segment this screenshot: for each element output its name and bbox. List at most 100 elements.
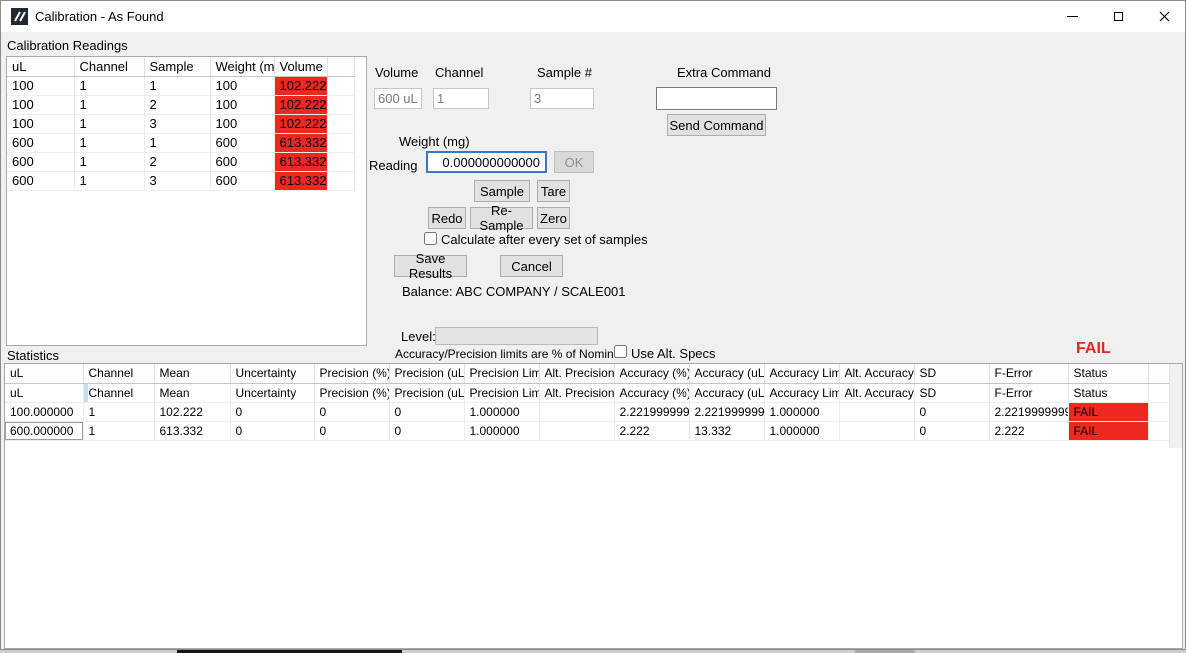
cell[interactable]: Precision (uL): [389, 383, 464, 402]
cell[interactable]: 3: [144, 114, 210, 133]
resample-button[interactable]: Re-Sample: [470, 207, 533, 229]
cell-error[interactable]: 102.222: [274, 114, 327, 133]
cell[interactable]: 1.000000: [764, 421, 839, 440]
cell[interactable]: [839, 421, 914, 440]
cell[interactable]: Accuracy (%): [614, 383, 689, 402]
cell[interactable]: [539, 402, 614, 421]
redo-button[interactable]: Redo: [428, 207, 466, 229]
use-alt-specs-checkbox[interactable]: [614, 345, 627, 358]
cell[interactable]: 100: [210, 95, 274, 114]
stats-col-alt-accuracy[interactable]: Alt. Accuracy: [839, 364, 914, 383]
cell[interactable]: 100: [210, 76, 274, 95]
cell[interactable]: Precision Limit: [464, 383, 539, 402]
cell[interactable]: 600: [7, 152, 74, 171]
cell[interactable]: 13.332: [689, 421, 764, 440]
cell[interactable]: 100: [210, 114, 274, 133]
stats-col-precision-limit[interactable]: Precision Limit: [464, 364, 539, 383]
cell-error[interactable]: 102.222: [274, 95, 327, 114]
cell[interactable]: 1: [83, 421, 154, 440]
cell[interactable]: 1: [74, 76, 144, 95]
stats-col-accuracy-pct[interactable]: Accuracy (%): [614, 364, 689, 383]
cell[interactable]: Channel: [83, 383, 154, 402]
zero-button[interactable]: Zero: [537, 207, 570, 229]
cell[interactable]: 1.000000: [764, 402, 839, 421]
cell[interactable]: 100.000000: [5, 402, 83, 421]
cell[interactable]: [839, 402, 914, 421]
stats-vertical-scrollbar[interactable]: [1169, 364, 1182, 448]
stats-col-accuracy-limit[interactable]: Accuracy Limit: [764, 364, 839, 383]
cell[interactable]: 2.22199999999: [614, 402, 689, 421]
cell[interactable]: 600: [7, 133, 74, 152]
cell[interactable]: 1: [144, 76, 210, 95]
cell[interactable]: 2.22199999999: [689, 402, 764, 421]
close-button[interactable]: [1141, 1, 1186, 32]
cell[interactable]: Accuracy (uL): [689, 383, 764, 402]
cell[interactable]: 1: [74, 171, 144, 190]
stats-col-ul[interactable]: uL: [5, 364, 83, 383]
cell[interactable]: 600: [210, 133, 274, 152]
stats-col-uncertainty[interactable]: Uncertainty: [230, 364, 314, 383]
extra-command-input[interactable]: [656, 87, 777, 110]
cell[interactable]: Alt. Precision: [539, 383, 614, 402]
cell[interactable]: 0: [389, 402, 464, 421]
stats-col-precision-ul[interactable]: Precision (uL): [389, 364, 464, 383]
cell[interactable]: 0: [230, 421, 314, 440]
readings-col-volume[interactable]: Volume: [274, 57, 327, 76]
readings-col-channel[interactable]: Channel: [74, 57, 144, 76]
cell[interactable]: Status: [1068, 383, 1148, 402]
stats-col-ferror[interactable]: F-Error: [989, 364, 1068, 383]
channel-field[interactable]: [433, 88, 489, 109]
stats-col-status[interactable]: Status: [1068, 364, 1148, 383]
cell[interactable]: 100: [7, 95, 74, 114]
cell[interactable]: 2: [144, 95, 210, 114]
cell-error[interactable]: 613.332: [274, 133, 327, 152]
stats-col-alt-precision[interactable]: Alt. Precision: [539, 364, 614, 383]
cell[interactable]: 2.222: [614, 421, 689, 440]
cell[interactable]: 2.222: [989, 421, 1068, 440]
status-cell-fail[interactable]: FAIL: [1068, 421, 1148, 440]
cell-error[interactable]: 613.332: [274, 152, 327, 171]
cell[interactable]: 0: [389, 421, 464, 440]
send-command-button[interactable]: Send Command: [667, 114, 766, 136]
cell[interactable]: [539, 421, 614, 440]
readings-col-weight[interactable]: Weight (mg): [210, 57, 274, 76]
cell[interactable]: 600.000000: [5, 421, 83, 440]
cell[interactable]: 2.22199999999: [989, 402, 1068, 421]
cell[interactable]: 1: [144, 133, 210, 152]
minimize-button[interactable]: [1049, 1, 1095, 32]
cell[interactable]: 1: [74, 95, 144, 114]
reading-input[interactable]: [426, 151, 547, 173]
cell[interactable]: 102.222: [154, 402, 230, 421]
cell[interactable]: 1.000000: [464, 402, 539, 421]
cell[interactable]: Accuracy Limit: [764, 383, 839, 402]
cell[interactable]: Mean: [154, 383, 230, 402]
cell[interactable]: 1: [83, 402, 154, 421]
cell[interactable]: 2: [144, 152, 210, 171]
sample-button[interactable]: Sample: [474, 180, 530, 202]
cell[interactable]: uL: [5, 383, 83, 402]
volume-field[interactable]: [374, 88, 422, 109]
cell[interactable]: Alt. Accuracy: [839, 383, 914, 402]
calc-after-samples-checkbox[interactable]: [424, 232, 437, 245]
status-cell-fail[interactable]: FAIL: [1068, 402, 1148, 421]
cell[interactable]: 1.000000: [464, 421, 539, 440]
ok-button[interactable]: OK: [554, 151, 594, 173]
cell[interactable]: 1: [74, 114, 144, 133]
cell[interactable]: 600: [210, 152, 274, 171]
readings-col-sample[interactable]: Sample: [144, 57, 210, 76]
save-results-button[interactable]: Save Results: [394, 255, 467, 277]
cell[interactable]: 100: [7, 114, 74, 133]
stats-col-sd[interactable]: SD: [914, 364, 989, 383]
cell[interactable]: F-Error: [989, 383, 1068, 402]
cell[interactable]: SD: [914, 383, 989, 402]
stats-col-mean[interactable]: Mean: [154, 364, 230, 383]
cell[interactable]: 3: [144, 171, 210, 190]
cell[interactable]: 0: [314, 402, 389, 421]
sample-number-field[interactable]: [530, 88, 594, 109]
maximize-button[interactable]: [1095, 1, 1141, 32]
cell[interactable]: 0: [314, 421, 389, 440]
cell[interactable]: Precision (%): [314, 383, 389, 402]
cell-error[interactable]: 102.222: [274, 76, 327, 95]
readings-col-ul[interactable]: uL: [7, 57, 74, 76]
cancel-button[interactable]: Cancel: [500, 255, 563, 277]
